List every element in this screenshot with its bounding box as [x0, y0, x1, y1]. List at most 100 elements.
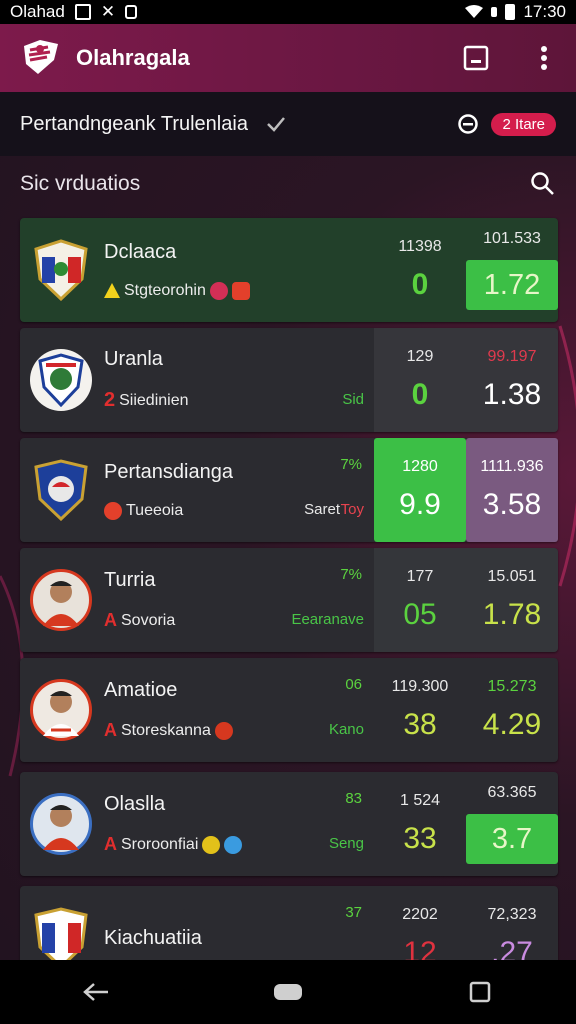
drop-icon: [224, 835, 243, 854]
percent-tag: 7%: [340, 566, 362, 583]
odds-col-2[interactable]: 72,323 .27: [466, 886, 558, 960]
odds-value: 3.7: [466, 814, 558, 864]
badge-icon: [209, 281, 228, 300]
odds-col-2[interactable]: 1111.936 3.58: [466, 438, 558, 542]
team-name: Turria: [104, 569, 156, 591]
odds-col-2[interactable]: 101.533 1.72: [466, 218, 558, 322]
match-row[interactable]: Amatioe A Storeskanna 06 Kano 119.300 38…: [20, 658, 558, 762]
team-crest: [30, 349, 92, 411]
team-subtitle: Storeskanna: [121, 721, 211, 739]
odds-value: 12: [403, 936, 437, 960]
odds-value: 1.78: [482, 598, 542, 631]
right-tag: Kano: [328, 721, 364, 738]
live-badge[interactable]: 2 Itare: [491, 112, 556, 136]
match-row[interactable]: Kiachuatiia 37 2202 12 72,323 .27: [20, 886, 558, 960]
odds-col-1[interactable]: 1 524 33: [374, 772, 466, 876]
app-bar: Olahragala: [0, 24, 576, 92]
team-name: Uranla: [104, 348, 163, 370]
team-name: Dclaaca: [104, 240, 177, 263]
right-tag-2: Toy: [340, 501, 364, 518]
more-vert-icon[interactable]: [530, 44, 558, 72]
match-row[interactable]: Olaslla A Sroroonfiai 83 Seng 1 524 33 6…: [20, 772, 558, 876]
clock-icon[interactable]: [457, 113, 479, 135]
team-crest: [30, 907, 92, 960]
team-subtitle: Tueeoia: [126, 501, 184, 519]
team-crest: [30, 239, 92, 301]
app-notification-icon: [125, 5, 138, 19]
recents-icon[interactable]: [460, 972, 500, 1012]
status-bar: Olahad ✕ 17:30: [0, 0, 576, 24]
team-crest: [30, 459, 92, 521]
odds-col-1[interactable]: 11398 0: [374, 218, 466, 322]
player-avatar: [30, 793, 92, 855]
notification-icon: [74, 4, 91, 20]
odds-top: 1 524: [399, 792, 441, 809]
odds-col-1[interactable]: 177 05: [374, 548, 466, 652]
league-header[interactable]: Pertandngeank Trulenlaia 2 Itare: [0, 92, 576, 156]
match-row[interactable]: Uranla 2 Siiedinien Sid 129 0 99.197 1.3…: [20, 328, 558, 432]
clock: 17:30: [523, 2, 566, 21]
odds-top: 1280: [402, 458, 438, 475]
tablet-icon[interactable]: [462, 44, 490, 72]
rank-marker: A: [104, 720, 117, 740]
odds-col-1[interactable]: 119.300 38: [374, 658, 466, 762]
badge-icon: [202, 835, 221, 854]
right-tag: Saret: [304, 501, 340, 518]
rank-marker: 2: [104, 389, 116, 411]
odds-top: 119.300: [391, 678, 449, 695]
odds-value: 0: [411, 378, 429, 411]
odds-col-2[interactable]: 15.051 1.78: [466, 548, 558, 652]
back-icon[interactable]: [76, 972, 116, 1012]
odds-top: 129: [406, 348, 434, 365]
odds-top: 72,323: [487, 906, 537, 923]
odds-col-2[interactable]: 99.197 1.38: [466, 328, 558, 432]
match-row[interactable]: Turria A Sovoria 7% Eearanave 177 05 15.…: [20, 548, 558, 652]
team-subtitle: Sroroonfiai: [121, 835, 199, 853]
odds-top: 101.533: [483, 230, 541, 247]
team-name: Kiachuatiia: [104, 926, 202, 949]
match-list-area: Sic vrduatios Dclaaca Stgteorohin 11398 …: [0, 156, 576, 960]
rank-marker: A: [104, 834, 117, 854]
odds-value: .27: [491, 936, 533, 960]
odds-col-1[interactable]: 129 0: [374, 328, 466, 432]
match-row[interactable]: Dclaaca Stgteorohin 11398 0 101.533 1.72: [20, 218, 558, 322]
check-icon: [267, 117, 285, 132]
odds-value: 9.9: [399, 488, 441, 521]
league-title: Pertandngeank Trulenlaia: [20, 112, 248, 135]
odds-col-1[interactable]: 2202 12: [374, 886, 466, 960]
percent-tag: 7%: [340, 456, 362, 473]
alert-icon: [231, 281, 250, 300]
percent-tag: 37: [345, 904, 362, 921]
warning-icon: [104, 283, 120, 298]
odds-top: 2202: [402, 906, 438, 923]
signal-icon: [491, 7, 498, 17]
team-name: Olaslla: [104, 793, 166, 815]
team-subtitle: Siiedinien: [119, 391, 189, 409]
odds-top: 15.273: [487, 678, 537, 695]
badge-icon: [214, 721, 233, 740]
home-icon[interactable]: [268, 972, 308, 1012]
team-subtitle: Sovoria: [121, 611, 176, 629]
percent-tag: 83: [345, 790, 362, 807]
odds-value: 3.58: [482, 488, 542, 521]
wifi-icon: [465, 5, 484, 18]
sync-icon: ✕: [100, 2, 116, 21]
odds-col-1[interactable]: 1280 9.9: [374, 438, 466, 542]
right-tag: Eearanave: [291, 611, 364, 628]
team-name: Amatioe: [104, 679, 178, 701]
odds-top: 177: [406, 568, 434, 585]
system-nav-bar: [0, 960, 576, 1024]
player-avatar: [30, 569, 92, 631]
right-tag: Seng: [328, 835, 364, 852]
odds-top: 1111.936: [480, 458, 544, 475]
carrier-label: Olahad: [10, 2, 65, 21]
percent-tag: 06: [345, 676, 362, 693]
odds-value: 38: [403, 708, 437, 741]
odds-value: 33: [403, 822, 437, 855]
odds-top: 99.197: [487, 348, 537, 365]
team-name: Pertansdianga: [104, 460, 233, 483]
odds-col-2[interactable]: 15.273 4.29: [466, 658, 558, 762]
team-subtitle: Stgteorohin: [124, 281, 206, 299]
odds-col-2[interactable]: 63.365 3.7: [466, 772, 558, 876]
match-row[interactable]: Pertansdianga Tueeoia 7% Saret Toy 1280 …: [20, 438, 558, 542]
